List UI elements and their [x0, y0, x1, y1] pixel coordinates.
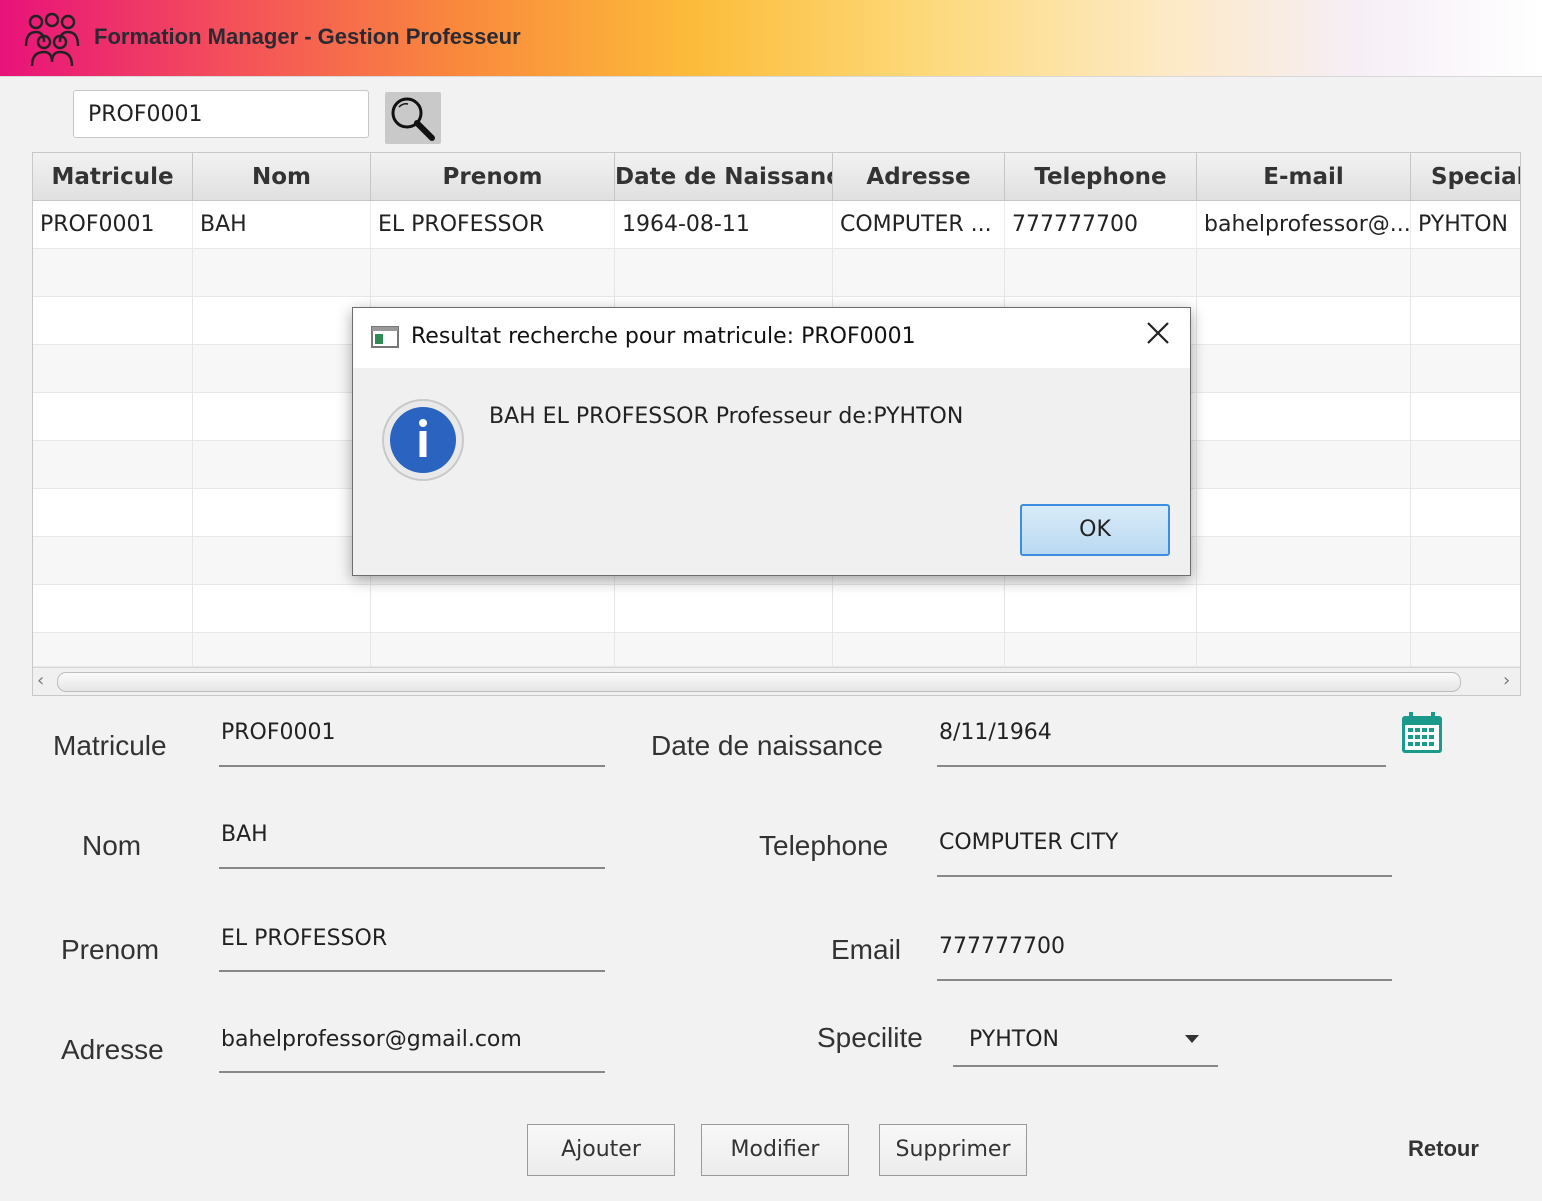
horizontal-scrollbar[interactable]: ‹ ›: [33, 667, 1520, 695]
magnifier-icon: [391, 97, 435, 141]
search-input[interactable]: [73, 90, 369, 138]
scrollbar-thumb[interactable]: [57, 672, 1461, 692]
matricule-field[interactable]: PROF0001: [221, 720, 336, 745]
scroll-left-icon[interactable]: ‹: [37, 670, 44, 691]
column-header-prenom[interactable]: Prenom: [371, 153, 615, 201]
dialog-title-bar: Resultat recherche pour matricule: PROF0…: [353, 308, 1190, 368]
people-group-icon: [24, 12, 80, 67]
column-header-nom[interactable]: Nom: [193, 153, 371, 201]
prenom-underline: [219, 970, 605, 972]
matricule-underline: [219, 765, 605, 767]
table-cell: 1964-08-11: [615, 201, 833, 249]
date-naissance-label: Date de naissance: [651, 730, 883, 761]
close-icon[interactable]: [1145, 320, 1171, 346]
chevron-down-icon: [1185, 1035, 1199, 1043]
empty-row: [33, 585, 1520, 633]
specialite-value: PYHTON: [969, 1027, 1059, 1052]
table-row[interactable]: PROF0001 BAH EL PROFESSOR 1964-08-11 COM…: [33, 201, 1520, 249]
dialog-title: Resultat recherche pour matricule: PROF0…: [411, 324, 916, 349]
search-result-dialog: Resultat recherche pour matricule: PROF0…: [352, 307, 1191, 576]
nom-field[interactable]: BAH: [221, 822, 268, 847]
date-underline: [937, 765, 1386, 767]
telephone-label: Telephone: [759, 830, 889, 861]
telephone-underline: [937, 875, 1392, 877]
email-underline: [937, 979, 1392, 981]
date-naissance-field[interactable]: 8/11/1964: [939, 720, 1052, 745]
adresse-field[interactable]: bahelprofessor@gmail.com: [221, 1027, 522, 1052]
table-cell: PYHTON: [1411, 201, 1520, 249]
email-field[interactable]: 777777700: [939, 934, 1065, 959]
specialite-label: Specilite: [817, 1022, 923, 1053]
dialog-message: BAH EL PROFESSOR Professeur de:PYHTON: [489, 404, 964, 429]
empty-row: [33, 249, 1520, 297]
specialite-select[interactable]: PYHTON: [953, 1015, 1218, 1067]
empty-row: [33, 633, 1520, 667]
column-header-matricule[interactable]: Matricule: [33, 153, 193, 201]
ok-button[interactable]: OK: [1020, 504, 1170, 556]
column-header-specialite[interactable]: Speciali: [1411, 153, 1520, 201]
nom-label: Nom: [82, 830, 142, 861]
adresse-label: Adresse: [61, 1034, 164, 1065]
table-cell: COMPUTER ...: [833, 201, 1005, 249]
column-header-telephone[interactable]: Telephone: [1005, 153, 1197, 201]
telephone-field[interactable]: COMPUTER CITY: [939, 830, 1118, 855]
calendar-icon[interactable]: [1401, 712, 1443, 754]
matricule-label: Matricule: [53, 730, 167, 761]
specialite-underline: [953, 1065, 1218, 1067]
table-cell: BAH: [193, 201, 371, 249]
table-cell: bahelprofessor@...: [1197, 201, 1411, 249]
window-title: Formation Manager - Gestion Professeur: [94, 24, 521, 49]
nom-underline: [219, 867, 605, 869]
window-icon: [371, 326, 399, 348]
modifier-button[interactable]: Modifier: [701, 1124, 849, 1176]
column-header-adresse[interactable]: Adresse: [833, 153, 1005, 201]
adresse-underline: [219, 1071, 605, 1073]
column-header-date-naissance[interactable]: Date de Naissance: [615, 153, 833, 201]
table-cell: EL PROFESSOR: [371, 201, 615, 249]
ajouter-button[interactable]: Ajouter: [527, 1124, 675, 1176]
column-header-email[interactable]: E-mail: [1197, 153, 1411, 201]
supprimer-button[interactable]: Supprimer: [879, 1124, 1027, 1176]
retour-link[interactable]: Retour: [1408, 1136, 1479, 1162]
prenom-field[interactable]: EL PROFESSOR: [221, 926, 387, 951]
search-button[interactable]: [385, 92, 441, 144]
prenom-label: Prenom: [61, 934, 160, 965]
info-icon: [382, 399, 464, 481]
scroll-right-icon[interactable]: ›: [1503, 670, 1510, 691]
table-cell: 777777700: [1005, 201, 1197, 249]
table-cell: PROF0001: [33, 201, 193, 249]
title-bar: Formation Manager - Gestion Professeur: [0, 0, 1542, 77]
email-label: Email: [831, 934, 902, 965]
